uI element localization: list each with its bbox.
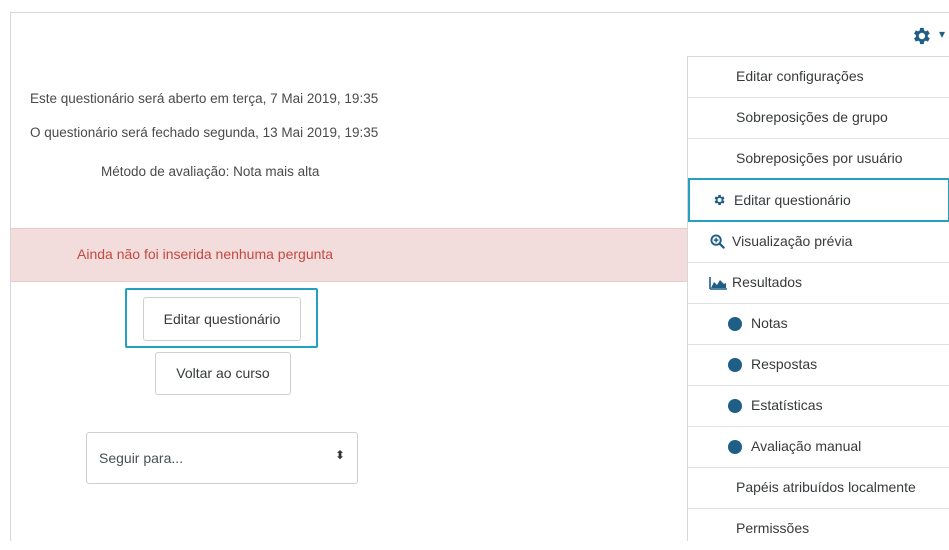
menu-item-preview[interactable]: Visualização prévia [688,222,949,263]
menu-item-label: Editar questionário [734,192,851,208]
back-to-course-button[interactable]: Voltar ao curso [155,352,291,395]
circle-icon [728,317,742,331]
menu-item-permissions[interactable]: Permissões [688,509,949,550]
menu-item-label: Sobreposições de grupo [736,109,888,125]
select-updown-icon: ⬍ [334,448,345,462]
menu-item-results[interactable]: Resultados [688,263,949,304]
menu-item-label: Estatísticas [751,397,823,413]
menu-item-label: Editar configurações [736,68,864,84]
menu-item-label: Resultados [732,274,803,290]
menu-item-label: Respostas [751,356,818,372]
gear-icon [712,193,726,210]
jump-to-select[interactable]: Seguir para... ⬍ [86,432,358,484]
menu-item-label: Visualização prévia [732,233,853,249]
chevron-down-icon[interactable]: ▾ [939,27,945,41]
quiz-open-date: Este questionário será aberto em terça, … [30,91,379,106]
area-chart-icon [709,277,727,293]
menu-item-edit-quiz[interactable]: Editar questionário [688,178,949,222]
grading-method: Método de avaliação: Nota mais alta [101,164,320,179]
menu-item-label: Permissões [736,520,810,536]
quiz-close-date: O questionário será fechado segunda, 13 … [30,125,379,140]
menu-item-label: Notas [751,315,788,331]
menu-item-label: Papéis atribuídos localmente [736,479,916,495]
menu-item-manual-grading[interactable]: Avaliação manual [688,427,949,468]
menu-item-local-roles[interactable]: Papéis atribuídos localmente [688,468,949,509]
menu-item-responses[interactable]: Respostas [688,345,949,386]
jump-to-selected-value: Seguir para... [99,450,184,466]
menu-item-user-overrides[interactable]: Sobreposições por usuário [688,139,949,180]
menu-item-group-overrides[interactable]: Sobreposições de grupo [688,98,949,139]
quiz-admin-menu: Editar configurações Sobreposições de gr… [687,56,949,541]
circle-icon [728,440,742,454]
menu-item-edit-settings[interactable]: Editar configurações [688,57,949,98]
menu-item-label: Sobreposições por usuário [736,150,903,166]
menu-item-statistics[interactable]: Estatísticas [688,386,949,427]
circle-icon [728,358,742,372]
no-questions-alert: Ainda não foi inserida nenhuma pergunta [11,228,688,282]
edit-quiz-button[interactable]: Editar questionário [143,297,301,341]
alert-text: Ainda não foi inserida nenhuma pergunta [77,246,334,262]
circle-icon [728,399,742,413]
zoom-in-icon [710,234,725,252]
gear-icon[interactable] [910,25,932,52]
menu-item-label: Avaliação manual [751,438,862,454]
menu-item-grades[interactable]: Notas [688,304,949,345]
